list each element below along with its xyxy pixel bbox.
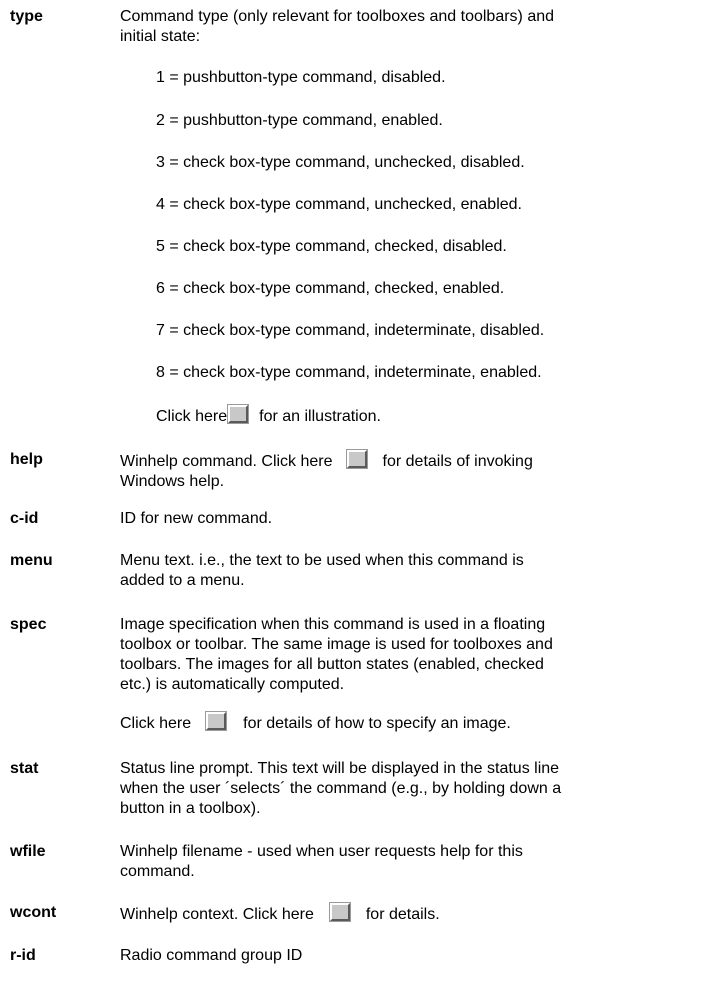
wcont-text-before: Winhelp context. Click here <box>120 906 314 923</box>
type-option-4: 4 = check box-type command, unchecked, e… <box>156 196 522 213</box>
desc-spec-line3: toolbars. The images for all button stat… <box>120 656 544 673</box>
wcont-text-after: for details. <box>365 906 440 923</box>
type-illustration-line: Click here for an illustration. <box>156 405 381 427</box>
term-r-id: r-id <box>10 947 36 964</box>
type-option-5: 5 = check box-type command, checked, dis… <box>156 238 507 255</box>
term-stat: stat <box>10 760 39 777</box>
illustration-button[interactable] <box>228 405 249 423</box>
desc-menu-line1: Menu text. i.e., the text to be used whe… <box>120 552 524 569</box>
term-type: type <box>10 8 43 25</box>
desc-stat-line3: button in a toolbox). <box>120 800 261 817</box>
desc-c-id: ID for new command. <box>120 510 273 527</box>
desc-wfile-line1: Winhelp filename - used when user reques… <box>120 843 523 860</box>
winhelp-details-button[interactable] <box>346 450 367 468</box>
term-spec: spec <box>10 616 47 633</box>
spec-click-here-text: Click here <box>120 715 192 732</box>
desc-spec: Image specification when this command is… <box>120 615 685 695</box>
type-option-6: 6 = check box-type command, checked, ena… <box>156 280 505 297</box>
desc-spec-line2: toolbox or toolbar. The same image is us… <box>120 636 553 653</box>
type-click-after-text: for an illustration. <box>259 408 381 425</box>
type-option-8: 8 = check box-type command, indeterminat… <box>156 364 542 381</box>
term-wfile: wfile <box>10 843 46 860</box>
desc-wcont: Winhelp context. Click here for details. <box>120 903 685 925</box>
desc-help-line2: Windows help. <box>120 473 225 490</box>
help-text-after: for details of invoking <box>382 453 533 470</box>
desc-type-line1: Command type (only relevant for toolboxe… <box>120 8 555 25</box>
desc-help: Winhelp command. Click here for details o… <box>120 450 685 492</box>
desc-type-line2: initial state: <box>120 28 201 45</box>
term-menu: menu <box>10 552 53 569</box>
type-option-7: 7 = check box-type command, indeterminat… <box>156 322 545 339</box>
desc-type: Command type (only relevant for toolboxe… <box>120 7 685 47</box>
desc-menu: Menu text. i.e., the text to be used whe… <box>120 551 685 591</box>
help-text-before: Winhelp command. Click here <box>120 453 333 470</box>
spec-click-line: Click here for details of how to specify … <box>120 712 685 734</box>
desc-stat-line1: Status line prompt. This text will be di… <box>120 760 560 777</box>
term-wcont: wcont <box>10 904 57 921</box>
term-help: help <box>10 451 43 468</box>
type-option-3: 3 = check box-type command, unchecked, d… <box>156 154 525 171</box>
type-click-here-text: Click here <box>156 408 228 425</box>
desc-wfile: Winhelp filename - used when user reques… <box>120 842 685 882</box>
desc-stat: Status line prompt. This text will be di… <box>120 759 685 819</box>
winhelp-context-button[interactable] <box>329 903 350 921</box>
desc-stat-line2: when the user ´selects´ the command (e.g… <box>120 780 562 797</box>
type-option-2: 2 = pushbutton-type command, enabled. <box>156 112 443 129</box>
desc-spec-line1: Image specification when this command is… <box>120 616 546 633</box>
image-spec-button[interactable] <box>206 712 227 730</box>
spec-click-after-text: for details of how to specify an image. <box>243 715 511 732</box>
desc-help-line1: Winhelp command. Click here for details o… <box>120 450 685 472</box>
term-c-id: c-id <box>10 510 39 527</box>
desc-spec-line4: etc.) is automatically computed. <box>120 676 345 693</box>
type-option-1: 1 = pushbutton-type command, disabled. <box>156 69 446 86</box>
desc-wfile-line2: command. <box>120 863 195 880</box>
desc-r-id: Radio command group ID <box>120 947 303 964</box>
desc-menu-line2: added to a menu. <box>120 572 245 589</box>
